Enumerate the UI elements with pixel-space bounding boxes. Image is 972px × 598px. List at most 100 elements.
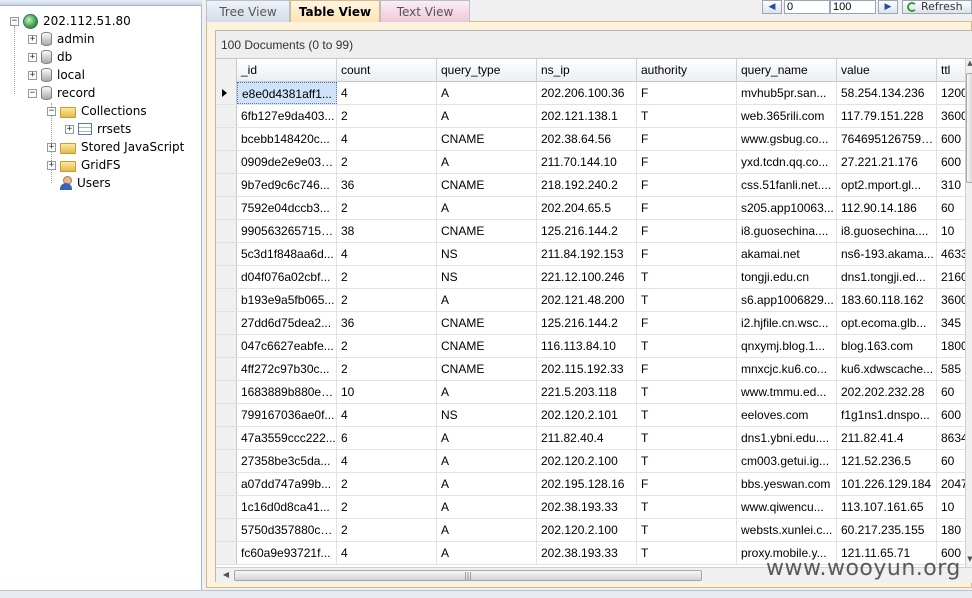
table-row[interactable]: 990563265715c... 38 CNAME 125.216.144.2 Fi8.… <box>216 220 972 243</box>
next-page-button[interactable]: ▶ <box>878 0 898 14</box>
table-cell[interactable]: F <box>637 151 737 173</box>
table-cell[interactable]: i8.guosechina.... <box>737 220 837 242</box>
table-cell[interactable]: 202.202.232.28 <box>837 381 937 403</box>
row-selector[interactable] <box>216 427 237 449</box>
table-cell[interactable]: F <box>637 312 737 334</box>
expand-toggle-icon[interactable]: + <box>65 124 74 134</box>
table-cell[interactable]: 799167036ae0f... <box>237 404 337 426</box>
vertical-scroll-thumb[interactable] <box>966 73 972 183</box>
table-cell[interactable]: 2 <box>337 473 437 495</box>
table-cell[interactable]: 47a3559ccc222... <box>237 427 337 449</box>
table-cell[interactable]: T <box>637 519 737 541</box>
row-selector[interactable] <box>216 174 237 196</box>
table-row[interactable]: 1c16d0d8ca41... 2 A 202.38.193.33 Twww.qiwen… <box>216 496 972 519</box>
table-cell[interactable]: A <box>437 473 537 495</box>
table-cell[interactable]: 60.217.235.155 <box>837 519 937 541</box>
tree-node-db-admin[interactable]: + admin <box>28 30 95 48</box>
table-row[interactable]: e8e0d4381aff1... 4 A 202.206.100.36 Fmvhub5p… <box>216 82 972 105</box>
column-header[interactable]: count <box>337 59 437 82</box>
horizontal-scroll-thumb[interactable]: ||| <box>234 570 702 581</box>
tree-node-db-local[interactable]: + local <box>28 66 85 84</box>
table-cell[interactable]: dns1.ybni.edu.... <box>737 427 837 449</box>
table-cell[interactable]: 2 <box>337 105 437 127</box>
table-row[interactable]: 047c6627eabfe... 2 CNAME 116.113.84.10 Tqnxy… <box>216 335 972 358</box>
expand-toggle-icon[interactable]: + <box>28 70 37 80</box>
tab-table-view[interactable]: Table View <box>290 0 380 23</box>
row-selector[interactable] <box>216 266 237 288</box>
table-cell[interactable]: 202.121.48.200 <box>537 289 637 311</box>
row-selector[interactable] <box>216 151 237 173</box>
table-cell[interactable]: A <box>437 542 537 564</box>
limit-input[interactable] <box>830 0 876 14</box>
table-cell[interactable]: 4ff272c97b30c... <box>237 358 337 380</box>
table-row[interactable]: 1683889b880e5... 10 A 221.5.203.118 Twww.tmm… <box>216 381 972 404</box>
table-row[interactable]: 5c3d1f848aa6d... 4 NS 211.84.192.153 Fakamai… <box>216 243 972 266</box>
table-cell[interactable]: 5c3d1f848aa6d... <box>237 243 337 265</box>
table-row[interactable]: d04f076a02cbf... 2 NS 221.12.100.246 Ttongji… <box>216 266 972 289</box>
table-cell[interactable]: dns1.tongji.ed... <box>837 266 937 288</box>
table-cell[interactable]: A <box>437 519 537 541</box>
table-cell[interactable]: A <box>437 450 537 472</box>
table-cell[interactable]: CNAME <box>437 335 537 357</box>
scroll-down-icon[interactable]: ▼ <box>966 555 972 567</box>
table-row[interactable]: 47a3559ccc222... 6 A 211.82.40.4 Tdns1.ybni.… <box>216 427 972 450</box>
table-cell[interactable]: 202.115.192.33 <box>537 358 637 380</box>
tab-tree-view[interactable]: Tree View <box>206 0 290 22</box>
table-cell[interactable]: 101.226.129.184 <box>837 473 937 495</box>
table-cell[interactable]: F <box>637 174 737 196</box>
table-cell[interactable]: CNAME <box>437 220 537 242</box>
table-cell[interactable]: mvhub5pr.san... <box>737 82 837 104</box>
row-selector[interactable] <box>216 473 237 495</box>
table-cell[interactable]: 112.90.14.186 <box>837 197 937 219</box>
row-selector[interactable] <box>216 381 237 403</box>
row-selector[interactable] <box>216 105 237 127</box>
table-cell[interactable]: bcebb148420c... <box>237 128 337 150</box>
row-selector[interactable] <box>216 197 237 219</box>
tree-node-server[interactable]: − 202.112.51.80 <box>10 12 131 30</box>
table-cell[interactable]: 2 <box>337 289 437 311</box>
table-cell[interactable]: T <box>637 266 737 288</box>
table-cell[interactable]: 218.192.240.2 <box>537 174 637 196</box>
row-selector[interactable] <box>216 450 237 472</box>
row-selector[interactable] <box>216 289 237 311</box>
column-header[interactable]: value <box>837 59 937 82</box>
tab-text-view[interactable]: Text View <box>380 0 470 22</box>
table-cell[interactable]: 27358be3c5da... <box>237 450 337 472</box>
table-cell[interactable]: 211.84.192.153 <box>537 243 637 265</box>
tree-node-gridfs[interactable]: + GridFS <box>47 156 121 174</box>
expand-toggle-icon[interactable]: + <box>47 142 56 152</box>
table-cell[interactable]: 2 <box>337 151 437 173</box>
table-cell[interactable]: blog.163.com <box>837 335 937 357</box>
table-cell[interactable]: T <box>637 427 737 449</box>
table-cell[interactable]: 27.221.21.176 <box>837 151 937 173</box>
table-cell[interactable]: 2 <box>337 266 437 288</box>
table-cell[interactable]: A <box>437 289 537 311</box>
table-cell[interactable]: 117.79.151.228 <box>837 105 937 127</box>
table-cell[interactable]: 4 <box>337 542 437 564</box>
table-cell[interactable]: A <box>437 381 537 403</box>
table-cell[interactable]: 2 <box>337 496 437 518</box>
table-cell[interactable]: 6 <box>337 427 437 449</box>
table-cell[interactable]: 10 <box>337 381 437 403</box>
table-cell[interactable]: 2 <box>337 358 437 380</box>
table-row[interactable]: 27dd6d75dea2... 36 CNAME 125.216.144.2 Fi2.h… <box>216 312 972 335</box>
table-cell[interactable]: f1g1ns1.dnspo... <box>837 404 937 426</box>
table-cell[interactable]: CNAME <box>437 174 537 196</box>
column-header[interactable]: authority <box>637 59 737 82</box>
table-cell[interactable]: 6fb127e9da403... <box>237 105 337 127</box>
table-cell[interactable]: 047c6627eabfe... <box>237 335 337 357</box>
table-cell[interactable]: i2.hjfile.cn.wsc... <box>737 312 837 334</box>
table-cell[interactable]: cm003.getui.ig... <box>737 450 837 472</box>
table-cell[interactable]: 211.82.41.4 <box>837 427 937 449</box>
table-cell[interactable]: 2 <box>337 197 437 219</box>
table-cell[interactable]: 113.107.161.65 <box>837 496 937 518</box>
table-cell[interactable]: i8.guosechina.... <box>837 220 937 242</box>
row-selector[interactable] <box>216 496 237 518</box>
scroll-left-icon[interactable]: ◀ <box>220 570 232 582</box>
table-cell[interactable]: 4 <box>337 82 437 104</box>
table-row[interactable]: 799167036ae0f... 4 NS 202.120.2.101 Teeloves… <box>216 404 972 427</box>
row-selector[interactable] <box>216 243 237 265</box>
column-header[interactable]: ns_ip <box>537 59 637 82</box>
table-cell[interactable]: websts.xunlei.c... <box>737 519 837 541</box>
table-cell[interactable]: 5750d357880ca... <box>237 519 337 541</box>
